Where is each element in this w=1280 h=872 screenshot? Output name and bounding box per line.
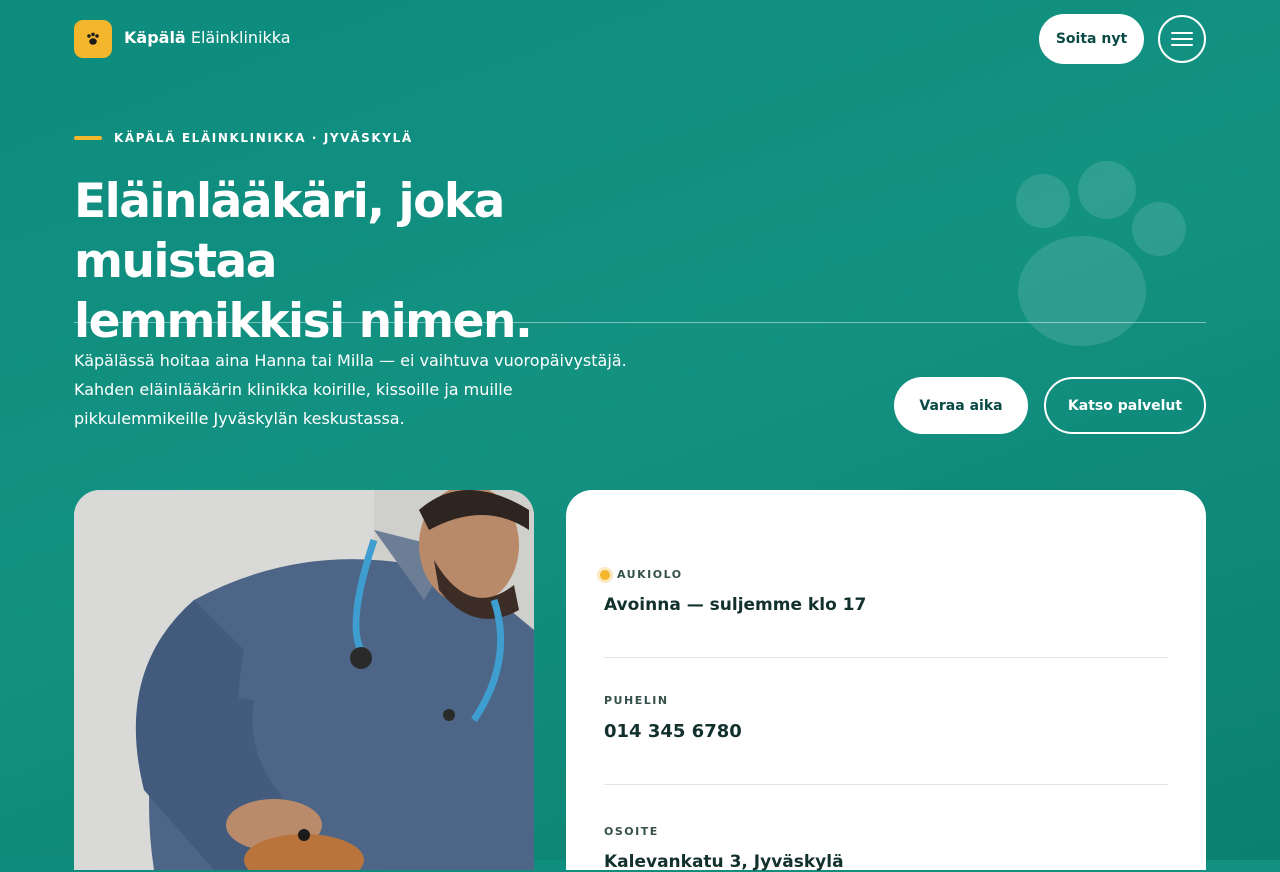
book-appointment-button[interactable]: Varaa aika [894,377,1028,434]
call-now-button[interactable]: Soita nyt [1039,14,1144,64]
brand-name-strong: Käpälä [124,28,186,47]
phone-value[interactable]: 014 345 6780 [604,721,1168,742]
view-services-button[interactable]: Katso palvelut [1044,377,1206,434]
logo[interactable] [74,20,112,58]
hours-label: AUKIOLO [617,568,683,581]
hero-title-line1: Eläinlääkäri, joka muistaa [74,174,505,289]
veterinarian-photo [74,490,534,870]
phone: PUHELIN 014 345 6780 [604,694,1168,742]
card-divider [604,784,1168,785]
eyebrow-text: KÄPÄLÄ ELÄINKLINIKKA · JYVÄSKYLÄ [114,131,413,145]
lead-line: Käpälässä hoitaa aina Hanna tai Milla — … [74,351,627,370]
card-divider [604,657,1168,658]
address-value[interactable]: Kalevankatu 3, Jyväskylä [604,852,1168,872]
hero-lead: Käpälässä hoitaa aina Hanna tai Milla — … [74,346,654,433]
address: OSOITE Kalevankatu 3, Jyväskylä [604,825,1168,872]
paw-decoration-icon [1010,158,1190,348]
menu-button[interactable] [1158,15,1206,63]
opening-hours: AUKIOLO Avoinna — suljemme klo 17 [600,568,1168,615]
hours-value: Avoinna — suljemme klo 17 [604,595,867,615]
hero-eyebrow: KÄPÄLÄ ELÄINKLINIKKA · JYVÄSKYLÄ [74,131,413,145]
hamburger-icon [1171,32,1193,46]
hero-title: Eläinlääkäri, joka muistaa lemmikkisi ni… [74,172,714,352]
address-label: OSOITE [604,825,659,838]
eyebrow-accent-bar [74,136,102,140]
paw-icon [87,32,99,45]
lead-line: Kahden eläinlääkärin klinikka koirille, … [74,380,513,399]
brand-name[interactable]: Käpälä Eläinklinikka [124,28,291,47]
lead-line: pikkulemmikeille Jyväskylän keskustassa. [74,409,405,428]
clinic-info-card: AUKIOLO Avoinna — suljemme klo 17 PUHELI… [566,490,1206,872]
phone-label: PUHELIN [604,694,669,707]
status-dot-icon [600,569,610,580]
hero-divider [74,322,1206,323]
brand-name-rest: Eläinklinikka [190,28,291,47]
top-navigation: Käpälä Eläinklinikka Soita nyt [74,14,1206,64]
